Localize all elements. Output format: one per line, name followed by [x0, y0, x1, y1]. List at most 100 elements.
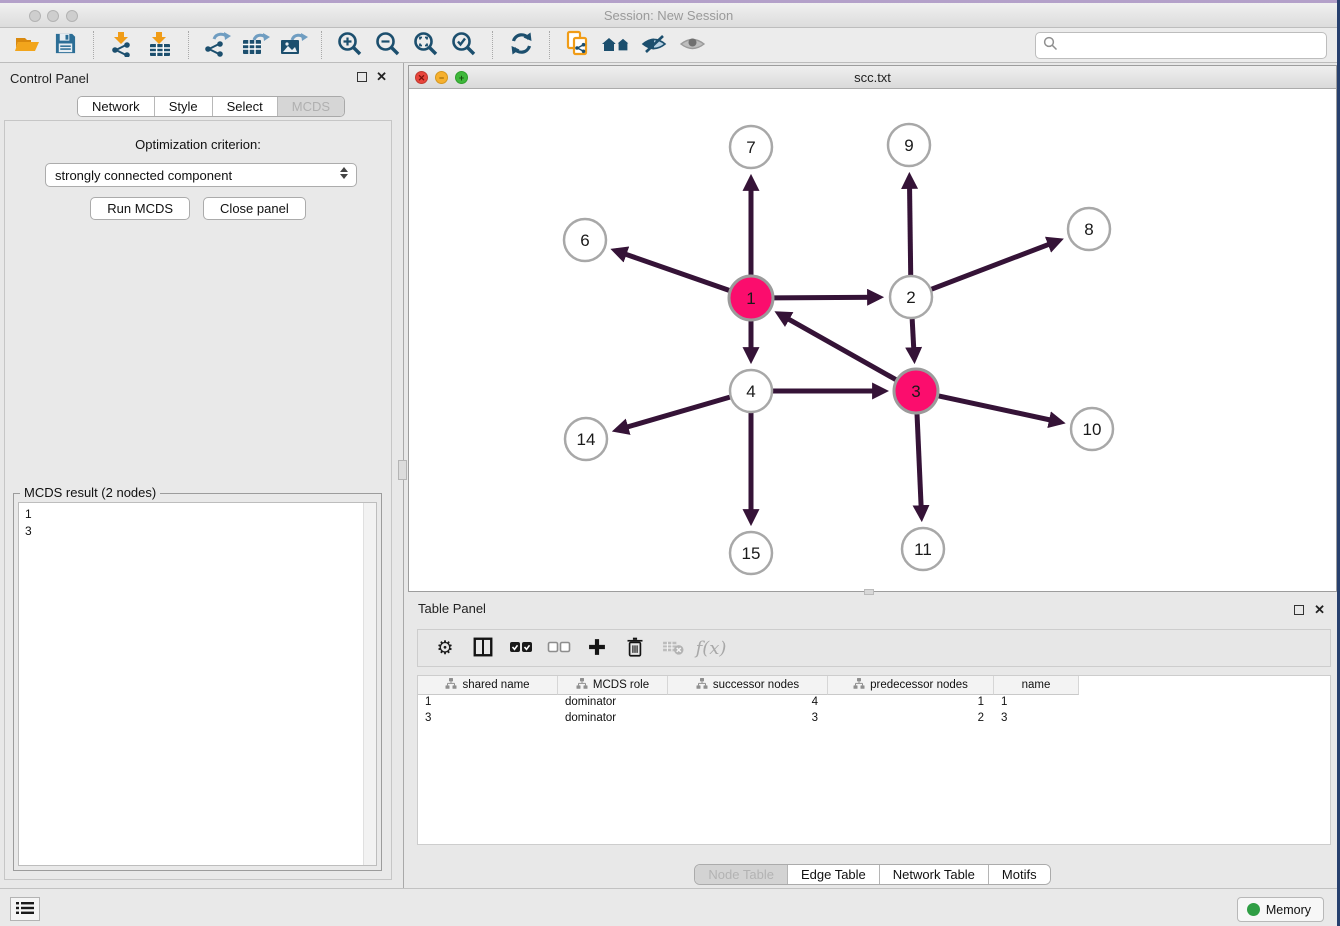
result-scrollbar[interactable] [363, 503, 376, 865]
graph-node-10[interactable]: 10 [1071, 408, 1113, 450]
table-cell[interactable]: 3 [668, 711, 828, 727]
memory-button[interactable]: Memory [1237, 897, 1324, 922]
graph-node-7[interactable]: 7 [730, 126, 772, 168]
title-bar: Session: New Session [0, 3, 1337, 28]
mcds-result-text[interactable]: 13 [18, 502, 377, 866]
table-cell[interactable]: 1 [994, 695, 1079, 711]
table-close-icon[interactable]: ✕ [1314, 602, 1325, 618]
show-all-button[interactable] [673, 30, 711, 60]
graph-edge-1-6[interactable] [615, 251, 730, 291]
graph-edge-2-9[interactable] [909, 177, 910, 275]
delete-table-button[interactable] [656, 633, 690, 663]
save-session-button[interactable] [46, 30, 84, 60]
tab-network[interactable]: Network [78, 97, 155, 116]
close-panel-icon[interactable]: ✕ [376, 69, 387, 85]
toolbar-separator [492, 31, 493, 59]
table-cell[interactable]: 3 [418, 711, 558, 727]
table-cell[interactable]: dominator [558, 695, 668, 711]
table-cell[interactable]: 1 [828, 695, 994, 711]
column-header-MCDS-role[interactable]: MCDS role [558, 676, 668, 695]
tab-select[interactable]: Select [213, 97, 278, 116]
graph-edge-3-11[interactable] [917, 413, 922, 517]
graph-node-6[interactable]: 6 [564, 219, 606, 261]
import-table-button[interactable] [141, 30, 179, 60]
status-bar: Memory [0, 888, 1337, 926]
copy-network-button[interactable] [559, 30, 597, 60]
table-float-icon[interactable] [1294, 605, 1304, 615]
table-settings-button[interactable]: ⚙ [428, 633, 462, 663]
tab-mcds[interactable]: MCDS [278, 97, 344, 116]
table-row[interactable]: 3dominator323 [418, 711, 1330, 727]
main-toolbar [0, 28, 1337, 63]
split-view-button[interactable] [466, 633, 500, 663]
tab-edge-table[interactable]: Edge Table [788, 865, 880, 884]
search-input[interactable] [1058, 33, 1326, 58]
graph-node-8[interactable]: 8 [1068, 208, 1110, 250]
zoom-in-button[interactable] [331, 30, 369, 60]
home-view-button[interactable] [597, 30, 635, 60]
network-window-titlebar[interactable]: ✕ − + scc.txt [409, 66, 1336, 89]
zoom-fit-button[interactable] [407, 30, 445, 60]
delete-column-button[interactable] [618, 633, 652, 663]
column-header-name[interactable]: name [994, 676, 1079, 695]
export-image-button[interactable] [274, 30, 312, 60]
memory-label: Memory [1266, 903, 1311, 917]
plus-icon [587, 637, 607, 660]
graph-edge-2-8[interactable] [932, 240, 1060, 289]
close-panel-button[interactable]: Close panel [203, 197, 306, 220]
refresh-button[interactable] [502, 30, 540, 60]
graph-edge-2-3[interactable] [912, 319, 914, 359]
tab-node-table[interactable]: Node Table [695, 865, 788, 884]
graph-edge-3-1[interactable] [779, 314, 897, 380]
graph-node-2[interactable]: 2 [890, 276, 932, 318]
tab-motifs[interactable]: Motifs [989, 865, 1050, 884]
table-cell[interactable]: 1 [418, 695, 558, 711]
export-network-button[interactable] [198, 30, 236, 60]
task-history-button[interactable] [10, 897, 40, 921]
table-row[interactable]: 1dominator411 [418, 695, 1330, 711]
graph-node-14[interactable]: 14 [565, 418, 607, 460]
graph-node-15[interactable]: 15 [730, 532, 772, 574]
open-session-button[interactable] [8, 30, 46, 60]
function-builder-button[interactable]: f(x) [694, 633, 728, 663]
tab-style[interactable]: Style [155, 97, 213, 116]
graph-edge-1-2[interactable] [773, 297, 879, 298]
toolbar-separator [188, 31, 189, 59]
select-all-icon [509, 639, 533, 658]
hide-selected-button[interactable] [635, 30, 673, 60]
graph-edge-4-14[interactable] [617, 397, 730, 430]
graph-node-4[interactable]: 4 [730, 370, 772, 412]
float-panel-icon[interactable] [357, 72, 367, 82]
network-canvas[interactable]: 7 9 6 8 1 2 4 3 14 10 15 11 [409, 89, 1336, 591]
table-cell[interactable]: 4 [668, 695, 828, 711]
table-cell[interactable]: 2 [828, 711, 994, 727]
graph-node-label: 10 [1083, 420, 1102, 439]
criterion-select[interactable]: strongly connected component [45, 163, 357, 187]
graph-edge-3-10[interactable] [938, 396, 1061, 423]
zoom-out-button[interactable] [369, 30, 407, 60]
vertical-splitter-handle[interactable] [398, 460, 407, 480]
graph-node-label: 9 [904, 136, 913, 155]
select-all-button[interactable] [504, 633, 538, 663]
mcds-result-lines: 13 [25, 506, 376, 540]
tree-hierarchy-icon [576, 678, 588, 692]
column-header-shared-name[interactable]: shared name [418, 676, 558, 695]
column-header-predecessor-nodes[interactable]: predecessor nodes [828, 676, 994, 695]
table-cell[interactable]: dominator [558, 711, 668, 727]
zoom-selected-button[interactable] [445, 30, 483, 60]
import-table-icon [147, 31, 173, 60]
search-field[interactable] [1035, 32, 1327, 59]
export-table-button[interactable] [236, 30, 274, 60]
graph-node-11[interactable]: 11 [902, 528, 944, 570]
graph-node-1[interactable]: 1 [729, 276, 773, 320]
import-network-button[interactable] [103, 30, 141, 60]
add-column-button[interactable] [580, 633, 614, 663]
deselect-all-button[interactable] [542, 633, 576, 663]
table-cell[interactable]: 3 [994, 711, 1079, 727]
graph-node-label: 8 [1084, 220, 1093, 239]
graph-node-3[interactable]: 3 [894, 369, 938, 413]
graph-node-9[interactable]: 9 [888, 124, 930, 166]
tab-network-table[interactable]: Network Table [880, 865, 989, 884]
run-mcds-button[interactable]: Run MCDS [90, 197, 190, 220]
column-header-successor-nodes[interactable]: successor nodes [668, 676, 828, 695]
